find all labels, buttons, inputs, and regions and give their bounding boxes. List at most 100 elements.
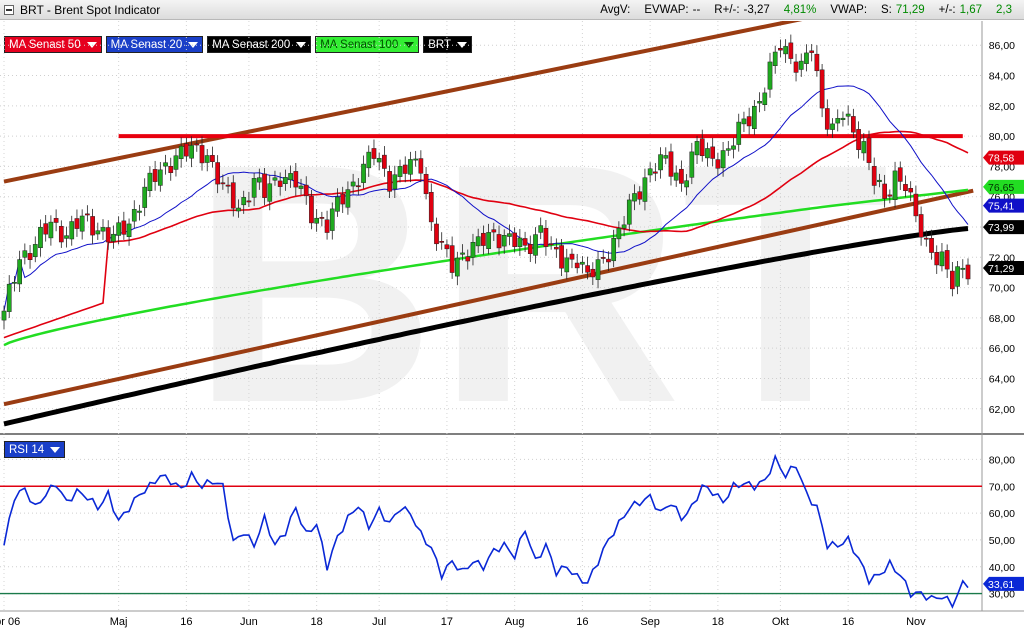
candle-body — [653, 171, 658, 174]
candle-body — [413, 158, 419, 161]
quote-stats: AvgV: EVWAP: -- R+/-: -3,27 4,81% VWAP: S: 71,29… — [600, 4, 1024, 16]
candle-body — [298, 185, 304, 189]
candle-body — [621, 224, 627, 229]
candle-body — [955, 266, 960, 287]
candle-body — [767, 61, 773, 90]
candle-body — [533, 234, 538, 256]
candle-body — [460, 252, 465, 255]
candle-body — [626, 199, 632, 225]
candle-body — [293, 171, 299, 188]
candle-body — [168, 165, 174, 173]
candle-body — [32, 244, 38, 257]
candle-body — [913, 193, 919, 217]
candle-body — [288, 173, 293, 181]
candle-body — [64, 235, 69, 239]
price-chart[interactable]: BRT62,0064,0066,0068,0070,0072,0074,0076… — [0, 21, 1024, 630]
price-tick-label: 86,00 — [989, 40, 1015, 52]
value-label-1: 76,65 — [983, 179, 1024, 194]
candle-body — [600, 257, 606, 259]
candle-body — [548, 243, 554, 246]
candle-body — [241, 197, 247, 206]
candle-body — [126, 223, 132, 237]
candle-body — [679, 168, 684, 184]
candle-body — [559, 245, 564, 269]
value-label-0: 78,58 — [983, 150, 1024, 165]
candle-body — [444, 244, 450, 250]
candle-body — [408, 159, 413, 175]
value-label-text: 71,29 — [988, 263, 1014, 275]
candle-body — [329, 208, 335, 231]
candle-body — [361, 163, 366, 183]
collapse-toggle-icon[interactable] — [4, 4, 14, 15]
candle-body — [319, 217, 325, 219]
candle-body — [199, 145, 205, 164]
stat-label: EVWAP: — [644, 3, 689, 16]
candle-body — [585, 265, 590, 273]
candle-body — [267, 183, 273, 202]
candle-body — [178, 145, 184, 159]
candle-body — [38, 226, 43, 249]
candle-body — [637, 191, 643, 200]
candle-body — [111, 233, 116, 242]
candle-body — [230, 182, 236, 209]
candle-body — [736, 121, 742, 145]
candle-body — [527, 244, 533, 254]
value-label-3: 73,99 — [983, 220, 1024, 235]
candle-body — [840, 117, 846, 120]
candle-body — [215, 162, 220, 185]
candle-body — [397, 166, 403, 177]
candle-body — [553, 246, 559, 250]
candle-body — [684, 180, 689, 188]
candle-body — [309, 195, 314, 224]
candle-body — [496, 234, 502, 249]
rsi-selector[interactable]: RSI 14 — [4, 441, 66, 458]
candle-body — [694, 141, 700, 156]
candle-body — [501, 235, 507, 247]
candle-body — [324, 219, 330, 233]
time-tick-label: Okt — [772, 616, 789, 628]
candle-body — [710, 146, 716, 159]
candle-body — [481, 232, 486, 246]
candle-body — [17, 259, 22, 285]
price-tick-label: 66,00 — [989, 343, 1015, 355]
stat-value: 71,29 — [895, 3, 925, 16]
value-label-2: 75,41 — [983, 198, 1024, 213]
candle-body — [355, 185, 361, 188]
candle-body — [371, 148, 377, 159]
candle-body — [965, 264, 971, 280]
candle-body — [204, 155, 210, 163]
candle-body — [382, 154, 387, 169]
value-label-text: 76,65 — [988, 182, 1014, 194]
candle-body — [512, 232, 518, 247]
stat-value: 1,67 — [959, 3, 982, 16]
candle-body — [819, 69, 825, 109]
stat-value: -- — [692, 3, 701, 16]
candle-body — [731, 145, 736, 150]
candle-body — [137, 210, 142, 213]
candle-body — [897, 167, 903, 182]
value-label-4: 71,29 — [983, 261, 1024, 276]
price-tick-label: 68,00 — [989, 313, 1015, 325]
candle-body — [918, 214, 924, 238]
time-tick-label: Apr 06 — [0, 616, 20, 628]
candle-body — [173, 155, 179, 170]
candle-body — [345, 189, 351, 208]
candle-body — [6, 283, 12, 312]
candle-body — [90, 216, 95, 236]
candle-body — [746, 116, 752, 127]
candle-body — [720, 150, 726, 169]
candle-body — [616, 227, 622, 240]
candle-body — [314, 217, 319, 224]
candle-body — [835, 118, 841, 124]
candle-body — [418, 158, 424, 174]
candle-body — [22, 250, 28, 258]
rsi-line — [3, 453, 969, 609]
candle-body — [475, 236, 481, 247]
time-tick-label: Sep — [640, 616, 660, 628]
stat-label: +/-: — [938, 3, 956, 16]
candle-body — [866, 137, 872, 163]
candle-body — [845, 113, 851, 117]
candle-body — [454, 257, 460, 277]
candle-body — [105, 227, 111, 243]
candle-body — [100, 227, 106, 232]
